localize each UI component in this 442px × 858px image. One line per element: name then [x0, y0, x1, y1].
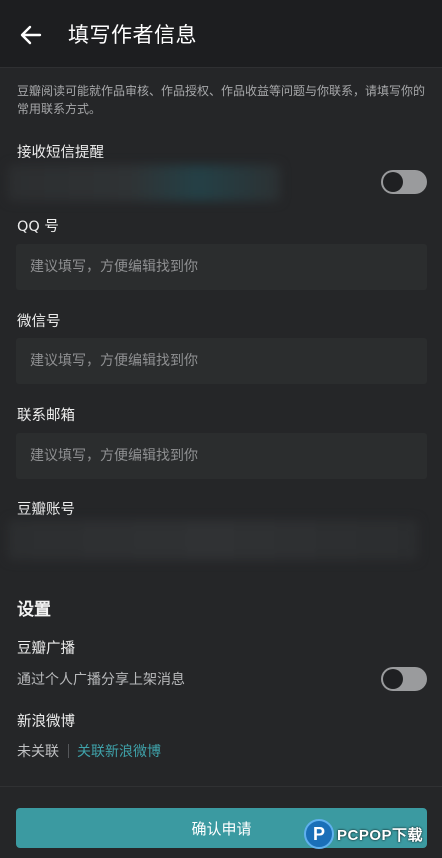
watermark: P PCPOP下载	[304, 814, 440, 854]
arrow-left-icon	[20, 25, 42, 45]
app-header: 填写作者信息	[0, 0, 442, 68]
pcpop-logo-icon: P	[304, 819, 334, 849]
weibo-row: 未关联 关联新浪微博	[17, 741, 161, 761]
douban-account-redacted	[8, 520, 418, 560]
toggle-knob	[383, 669, 403, 689]
email-label: 联系邮箱	[17, 408, 75, 424]
settings-title: 设置	[17, 600, 51, 620]
divider	[68, 744, 69, 758]
email-input-box	[16, 433, 427, 479]
footer-divider	[0, 786, 442, 787]
broadcast-description: 通过个人广播分享上架消息	[17, 672, 185, 688]
intro-text: 豆瓣阅读可能就作品审核、作品授权、作品收益等问题与你联系，请填写你的常用联系方式…	[17, 84, 426, 116]
back-button[interactable]	[14, 20, 48, 50]
weibo-status: 未关联	[17, 744, 59, 760]
watermark-text: PCPOP下载	[337, 826, 424, 844]
sms-toggle[interactable]	[381, 170, 427, 194]
sms-label: 接收短信提醒	[17, 145, 104, 161]
qq-input[interactable]	[16, 244, 427, 290]
wechat-label: 微信号	[17, 314, 61, 330]
douban-account-label: 豆瓣账号	[17, 502, 75, 518]
wechat-input-box	[16, 338, 427, 384]
email-input[interactable]	[16, 433, 427, 479]
broadcast-toggle[interactable]	[381, 667, 427, 691]
broadcast-label: 豆瓣广播	[17, 641, 75, 657]
link-weibo-link[interactable]: 关联新浪微博	[77, 741, 161, 761]
page-title: 填写作者信息	[68, 23, 197, 47]
weibo-label: 新浪微博	[17, 714, 75, 730]
qq-label: QQ 号	[17, 219, 59, 235]
qq-input-box	[16, 244, 427, 290]
phone-number-redacted	[8, 165, 280, 201]
toggle-knob	[383, 172, 403, 192]
wechat-input[interactable]	[16, 338, 427, 384]
